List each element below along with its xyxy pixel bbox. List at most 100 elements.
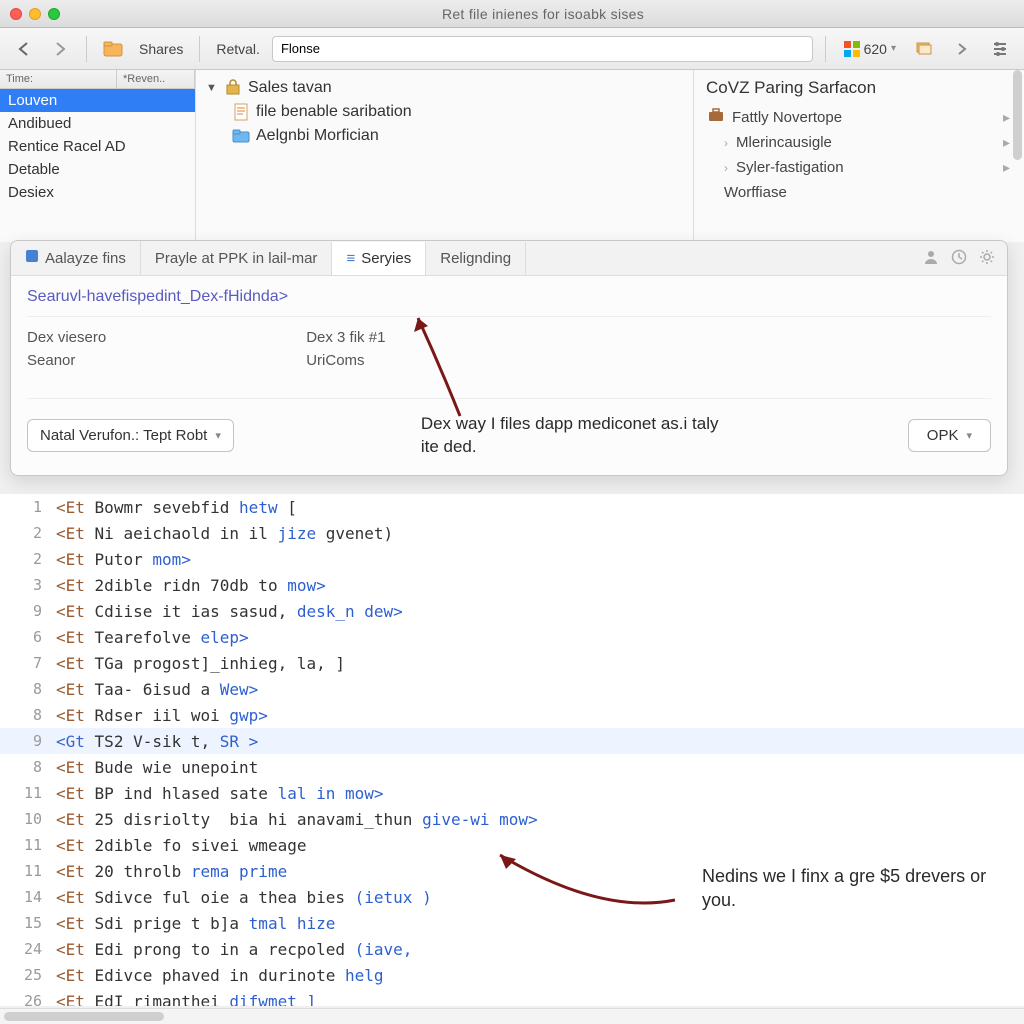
list-item[interactable]: Andibued: [0, 112, 195, 135]
windows-icon: [844, 41, 860, 57]
code-line[interactable]: 15<Et Sdi prige t b]a tmal hize: [0, 910, 1024, 936]
code-line[interactable]: 3<Et 2dible ridn 70db to mow>: [0, 572, 1024, 598]
user-icon[interactable]: [923, 249, 939, 268]
folder-button[interactable]: [99, 35, 127, 63]
file-icon: [232, 103, 250, 121]
code-line[interactable]: 25<Et Edivce phaved in durinote helg: [0, 962, 1024, 988]
layers-icon: [915, 41, 933, 57]
line-number: 6: [0, 628, 56, 646]
tab-label: Seryies: [361, 250, 411, 267]
code-content: <Et Taa- 6isud a Wew>: [56, 680, 258, 699]
line-number: 11: [0, 862, 56, 880]
horizontal-scrollbar[interactable]: [0, 1008, 1024, 1024]
minimize-window-button[interactable]: [29, 8, 41, 20]
line-number: 2: [0, 550, 56, 568]
layers-button[interactable]: [910, 35, 938, 63]
disclosure-icon[interactable]: ▼: [206, 82, 218, 94]
titlebar: Ret file inienes for isoabk sises: [0, 0, 1024, 28]
code-content: <Et Ni aeichaold in il jize gvenet): [56, 524, 393, 543]
code-line[interactable]: 2<Et Ni aeichaold in il jize gvenet): [0, 520, 1024, 546]
right-row[interactable]: › Mlerincausigle ▸: [694, 130, 1024, 155]
list-item[interactable]: Louven: [0, 89, 195, 112]
version-combo[interactable]: Natal Verufon.: Tept Robt ▾: [27, 419, 234, 452]
panel-tabs: Aalayze fins Prayle at PPK in lail-mar ≡…: [11, 241, 1007, 276]
right-row-label: Worffiase: [724, 184, 787, 201]
clock-icon[interactable]: [951, 249, 967, 268]
shares-label[interactable]: Shares: [135, 41, 187, 57]
gear-icon[interactable]: [979, 249, 995, 268]
retval-label: Retval.: [212, 41, 264, 57]
chevron-right-icon: ›: [724, 161, 728, 175]
settings-button[interactable]: [986, 35, 1014, 63]
mid-column: ▼ Sales tavan file benable saribation Ae…: [196, 70, 694, 242]
tab-seryies[interactable]: ≡ Seryies: [332, 242, 426, 275]
forward-button[interactable]: [46, 35, 74, 63]
tab-relignding[interactable]: Relignding: [426, 242, 526, 275]
right-row-label: Mlerincausigle: [736, 134, 832, 151]
code-editor[interactable]: 1<Et Bowmr sevebfid hetw [2<Et Ni aeicha…: [0, 494, 1024, 1006]
code-content: <Gt TS2 V-sik t, SR >: [56, 732, 258, 751]
line-number: 9: [0, 732, 56, 750]
code-line[interactable]: 11<Et BP ind hlased sate lal in mow>: [0, 780, 1024, 806]
line-number: 2: [0, 524, 56, 542]
list-item[interactable]: Rentice Racel AD: [0, 135, 195, 158]
code-line[interactable]: 26<Et EdI rimanthei difwmet ]: [0, 988, 1024, 1006]
code-line[interactable]: 7<Et TGa progost]_inhieg, la, ]: [0, 650, 1024, 676]
code-line[interactable]: 8<Et Bude wie unepoint: [0, 754, 1024, 780]
line-number: 7: [0, 654, 56, 672]
code-line[interactable]: 10<Et 25 disriolty bia hi anavami_thun g…: [0, 806, 1024, 832]
count-dropdown[interactable]: 620 ▾: [838, 41, 902, 57]
tree-child[interactable]: file benable saribation: [206, 100, 683, 124]
breadcrumb[interactable]: Searuvl-havefispedint_Dex-fHidnda>: [27, 286, 991, 316]
line-number: 11: [0, 836, 56, 854]
back-button[interactable]: [10, 35, 38, 63]
detail-line: UriComs: [306, 350, 385, 373]
tab-analyze[interactable]: Aalayze fins: [11, 241, 141, 275]
opk-label: OPK: [927, 427, 959, 444]
code-line[interactable]: 9<Gt TS2 V-sik t, SR >: [0, 728, 1024, 754]
code-line[interactable]: 9<Et Cdiise it ias sasud, desk_n dew>: [0, 598, 1024, 624]
header-reven[interactable]: *Reven..: [117, 70, 195, 88]
tree-root[interactable]: ▼ Sales tavan: [206, 76, 683, 100]
code-content: <Et TGa progost]_inhieg, la, ]: [56, 654, 345, 673]
chevron-down-icon: ▾: [215, 429, 221, 442]
right-row-label: Fattly Novertope: [732, 109, 842, 126]
right-row[interactable]: Worffiase: [694, 180, 1024, 205]
code-content: <Et BP ind hlased sate lal in mow>: [56, 784, 384, 803]
code-line[interactable]: 2<Et Putor mom>: [0, 546, 1024, 572]
code-line[interactable]: 1<Et Bowmr sevebfid hetw [: [0, 494, 1024, 520]
list-icon: ≡: [346, 250, 355, 267]
annotation-text: Nedins we I finx a gre $5 drevers or you…: [702, 864, 1002, 913]
code-line[interactable]: 8<Et Taa- 6isud a Wew>: [0, 676, 1024, 702]
code-content: <Et Cdiise it ias sasud, desk_n dew>: [56, 602, 403, 621]
code-content: <Et Sdivce ful oie a thea bies (ietux ): [56, 888, 432, 907]
left-scrollbar[interactable]: [1010, 70, 1024, 230]
maximize-window-button[interactable]: [48, 8, 60, 20]
code-line[interactable]: 8<Et Rdser iil woi gwp>: [0, 702, 1024, 728]
code-content: <Et Rdser iil woi gwp>: [56, 706, 268, 725]
code-line[interactable]: 6<Et Tearefolve elep>: [0, 624, 1024, 650]
code-content: <Et Tearefolve elep>: [56, 628, 249, 647]
chevron-down-icon: ▾: [891, 43, 896, 54]
right-column: CoVZ Paring Sarfacon Fattly Novertope ▸ …: [694, 70, 1024, 242]
code-line[interactable]: 24<Et Edi prong to in a recpoled (iave,: [0, 936, 1024, 962]
right-row[interactable]: Fattly Novertope ▸: [694, 104, 1024, 130]
list-item[interactable]: Detable: [0, 158, 195, 181]
header-time[interactable]: Time:: [0, 70, 117, 88]
code-content: <Et 20 throlb rema prime: [56, 862, 287, 881]
opk-button[interactable]: OPK ▾: [908, 419, 991, 452]
tree-child[interactable]: Aelgnbi Morfician: [206, 124, 683, 148]
list-item[interactable]: Desiex: [0, 181, 195, 204]
tab-prayle[interactable]: Prayle at PPK in lail-mar: [141, 242, 333, 275]
chevron-right-icon: [956, 43, 968, 55]
folder-icon: [103, 40, 123, 58]
search-input[interactable]: [272, 36, 813, 62]
window-title: Ret file inienes for isoabk sises: [72, 6, 1014, 22]
right-row[interactable]: › Syler-fastigation ▸: [694, 155, 1024, 180]
tab-label: Relignding: [440, 250, 511, 267]
left-list[interactable]: Louven Andibued Rentice Racel AD Detable…: [0, 89, 195, 241]
code-line[interactable]: 11<Et 2dible fo sivei wmeage: [0, 832, 1024, 858]
line-number: 10: [0, 810, 56, 828]
close-window-button[interactable]: [10, 8, 22, 20]
next-button[interactable]: [948, 35, 976, 63]
